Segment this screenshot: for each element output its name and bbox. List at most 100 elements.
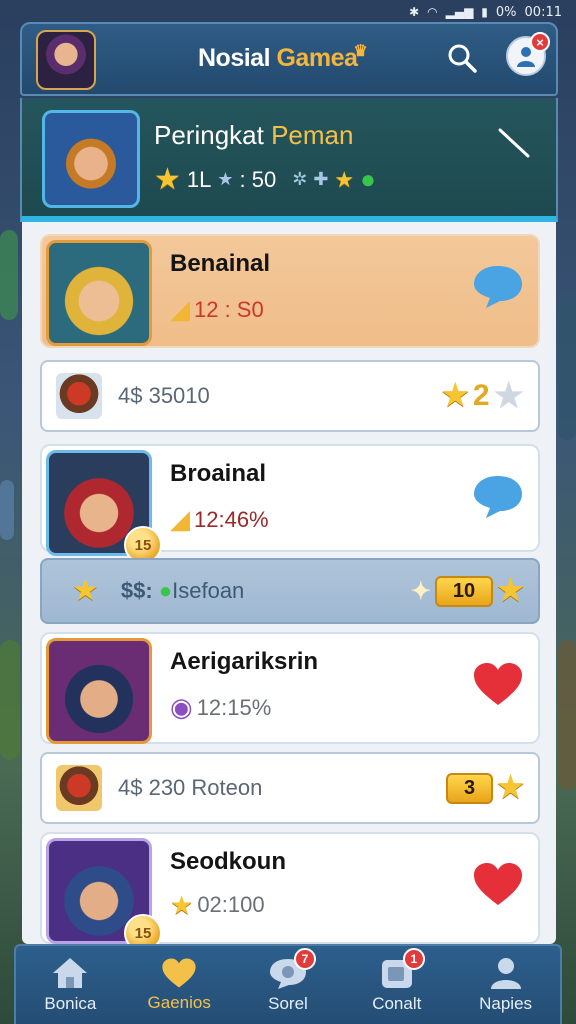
- stat-row[interactable]: ★ $$: ●Isefoan ✦ 10 ★: [40, 558, 540, 624]
- player-stat-value: 12:46%: [194, 506, 269, 532]
- app-title: Nosial Gamea♛: [198, 43, 371, 73]
- star-icon: ★: [497, 771, 524, 804]
- search-icon: [448, 44, 477, 73]
- ranking-banner: Peringkat Peman ★ 1L ★ : 50 ✲ ✚ ★ ●: [20, 98, 558, 222]
- home-icon: [53, 958, 88, 988]
- player-card[interactable]: Aerigariksrin ◉ 12:15%: [40, 632, 540, 744]
- app-title-accent: Gamea: [276, 44, 358, 72]
- like-button[interactable]: [470, 656, 526, 712]
- bottom-nav: Bonica Gaenios 7 Sorel 1 Conalt Napies: [14, 944, 562, 1024]
- player-stat: ★ 02:100: [170, 892, 265, 918]
- nav-label: Bonica: [44, 994, 97, 1013]
- profile-button[interactable]: ×: [506, 32, 550, 76]
- heart-icon: [474, 863, 522, 905]
- stat-row-reward: 3 ★: [445, 771, 524, 804]
- player-stat-value: 12 : S0: [194, 296, 264, 322]
- item-icon: [56, 373, 102, 419]
- player-stat: ◉ 12:15%: [170, 692, 271, 723]
- bluetooth-icon: ✱: [409, 5, 420, 19]
- ranking-title-accent: Peman: [271, 120, 354, 150]
- ranking-title-main: Peringkat: [154, 120, 272, 150]
- star-icon: ◢: [170, 504, 190, 534]
- edit-icon[interactable]: [496, 124, 532, 160]
- player-name: Seodkoun: [170, 848, 287, 875]
- notification-badge: 1: [402, 948, 425, 970]
- nav-item-contacts[interactable]: 1 Conalt: [347, 948, 447, 1022]
- close-badge-icon[interactable]: ×: [530, 32, 550, 52]
- notification-badge: 7: [293, 948, 316, 970]
- chat-bubble-icon: [474, 476, 522, 518]
- player-stat: ◢ 12 : S0: [170, 294, 264, 325]
- nav-item-home[interactable]: Bonica: [20, 948, 120, 1022]
- stat-row[interactable]: 4$ 35010 ★ 2 ★: [40, 360, 540, 432]
- crown-icon: ♛: [353, 43, 368, 60]
- star-icon: ★: [170, 890, 194, 920]
- status-bar: ✱ ◠ ▂▄▆ ▮ 0% 00:11: [0, 0, 576, 24]
- item-icon: [56, 765, 102, 811]
- star-icon: ★: [154, 162, 181, 196]
- stat-row-reward: ✦ 10 ★: [410, 574, 524, 607]
- ranking-stats: ★ 1L ★ : 50 ✲ ✚ ★ ●: [154, 164, 376, 195]
- background-decoration: [0, 640, 20, 760]
- like-button[interactable]: [470, 856, 526, 912]
- rank-player-portrait: [42, 110, 140, 208]
- nav-label: Conalt: [372, 994, 422, 1013]
- nav-item-favorites[interactable]: Gaenios: [129, 948, 229, 1022]
- nav-label: Sorel: [268, 994, 308, 1013]
- reward-value: 10: [434, 575, 494, 607]
- player-portrait: [46, 638, 152, 744]
- star-icon: ★: [334, 166, 355, 192]
- star-icon: ★: [72, 574, 99, 607]
- star-icon: ★: [497, 574, 524, 607]
- chat-button[interactable]: [470, 468, 526, 524]
- stat-row-reward: ★ 2 ★: [442, 376, 524, 416]
- gem-icon: ●: [158, 578, 173, 603]
- nav-item-chat[interactable]: 7 Sorel: [238, 948, 338, 1022]
- player-name: Broainal: [170, 460, 267, 487]
- background-decoration: [558, 640, 576, 790]
- star-icon: ◢: [170, 294, 190, 324]
- chat-button[interactable]: [470, 258, 526, 314]
- battery-percent: 0%: [495, 4, 517, 20]
- heart-icon: [474, 663, 522, 705]
- player-card[interactable]: 15 Seodkoun ★ 02:100: [40, 832, 540, 944]
- player-stat-value: 02:100: [197, 892, 265, 917]
- app-title-main: Nosial: [198, 44, 277, 72]
- clock: 00:11: [524, 4, 562, 20]
- search-button[interactable]: [442, 38, 482, 78]
- nav-label: Napies: [479, 994, 533, 1013]
- chat-bubble-icon: [474, 266, 522, 308]
- potion-icon: ◉: [170, 692, 193, 722]
- background-decoration: [558, 300, 576, 440]
- player-stat-value: 12:15%: [196, 694, 272, 720]
- signal-icon: ▂▄▆: [445, 5, 474, 19]
- coin-badge: 15: [124, 914, 162, 944]
- nav-label: Gaenios: [147, 993, 211, 1012]
- star-icon: ★: [441, 379, 469, 412]
- leaderboard-panel: Benainal ◢ 12 : S0 4$ 35010 ★ 2 ★ 15 Bro…: [22, 222, 556, 944]
- player-card[interactable]: 15 Broainal ◢ 12:46%: [40, 444, 540, 564]
- stat-row[interactable]: 4$ 230 Roteon 3 ★: [40, 752, 540, 824]
- player-stat: ◢ 12:46%: [170, 504, 269, 535]
- plus-icon: ✚: [313, 169, 329, 189]
- sparkle-icon: ✦: [410, 577, 431, 605]
- person-icon: [490, 958, 521, 989]
- user-avatar-button[interactable]: [36, 30, 96, 90]
- background-decoration: [0, 230, 18, 320]
- stat-row-extra: Isefoan: [172, 578, 245, 603]
- stat-row-text: 4$ 35010: [118, 383, 210, 408]
- reward-value: 2: [472, 379, 490, 412]
- rank-stat-prefix: 1L: [186, 166, 212, 192]
- stat-row-text: 4$ 230 Roteon: [118, 775, 263, 800]
- star-outline-icon: ★: [493, 377, 524, 415]
- rank-stat-value: : 50: [239, 166, 277, 192]
- background-decoration: [0, 480, 14, 540]
- player-card[interactable]: Benainal ◢ 12 : S0: [40, 234, 540, 348]
- app-header: Nosial Gamea♛ ×: [20, 22, 558, 96]
- nav-item-profile[interactable]: Napies: [456, 948, 556, 1022]
- reward-value: 3: [445, 772, 494, 804]
- gem-icon: ●: [360, 164, 376, 194]
- ranking-title: Peringkat Peman: [154, 120, 353, 151]
- heart-icon: [162, 958, 196, 988]
- battery-icon: ▮: [481, 5, 488, 19]
